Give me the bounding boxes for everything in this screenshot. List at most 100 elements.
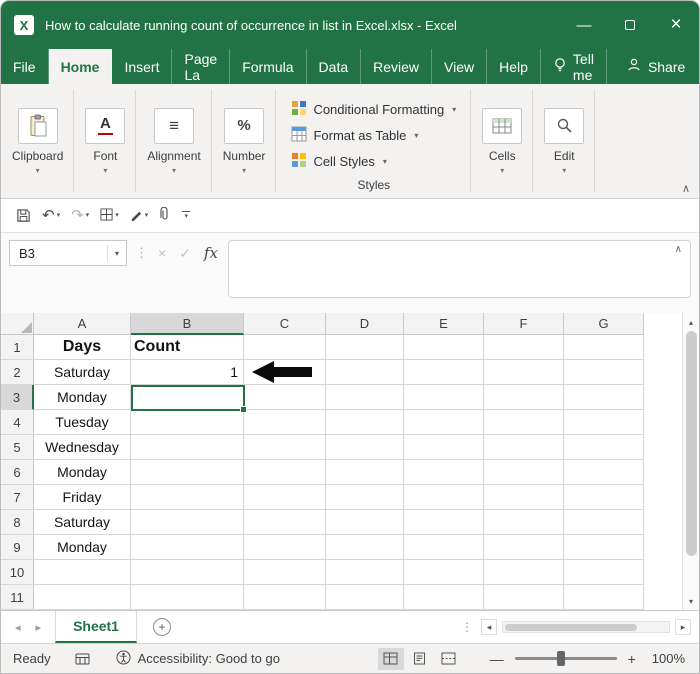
cell[interactable] <box>484 435 564 460</box>
cell[interactable] <box>131 410 244 435</box>
tab-data[interactable]: Data <box>307 49 362 84</box>
cell[interactable] <box>244 585 326 610</box>
cell[interactable]: Monday <box>34 460 131 485</box>
cell[interactable]: Tuesday <box>34 410 131 435</box>
row-header[interactable]: 6 <box>1 460 34 485</box>
cell[interactable] <box>244 560 326 585</box>
column-header-D[interactable]: D <box>326 313 404 335</box>
cell[interactable] <box>484 335 564 360</box>
cell[interactable] <box>34 585 131 610</box>
row-header[interactable]: 11 <box>1 585 34 610</box>
cell[interactable] <box>326 510 404 535</box>
page-break-view-button[interactable] <box>436 648 462 670</box>
column-header-B[interactable]: B <box>131 313 244 335</box>
vertical-scrollbar[interactable]: ▴ ▾ <box>682 313 699 610</box>
customize-qat-button[interactable]: ▾ <box>179 209 193 223</box>
collapse-ribbon-icon[interactable]: ∧ <box>682 182 690 195</box>
cell[interactable] <box>404 385 484 410</box>
cell[interactable]: Monday <box>34 535 131 560</box>
cell[interactable] <box>564 460 644 485</box>
tab-view[interactable]: View <box>432 49 487 84</box>
column-header-C[interactable]: C <box>244 313 326 335</box>
format-as-table-button[interactable]: Format as Table ▾ <box>287 123 422 149</box>
cell[interactable] <box>404 435 484 460</box>
normal-view-button[interactable] <box>378 648 404 670</box>
cell[interactable]: Saturday <box>34 510 131 535</box>
cell[interactable] <box>484 385 564 410</box>
column-header-G[interactable]: G <box>564 313 644 335</box>
cell[interactable] <box>244 485 326 510</box>
cell[interactable] <box>484 535 564 560</box>
cell[interactable] <box>404 535 484 560</box>
cell[interactable]: Days <box>34 335 131 360</box>
vertical-scroll-thumb[interactable] <box>686 331 697 556</box>
cell[interactable]: Count <box>131 335 244 360</box>
tab-home[interactable]: Home <box>49 49 113 84</box>
formula-input[interactable]: ∧ <box>228 240 691 298</box>
ribbon-group-alignment[interactable]: ≡ Alignment ▾ <box>136 84 211 198</box>
cell[interactable]: 1 <box>131 360 244 385</box>
row-header[interactable]: 10 <box>1 560 34 585</box>
cell[interactable] <box>404 335 484 360</box>
scroll-right-icon[interactable]: ▸ <box>675 619 691 635</box>
cell[interactable] <box>564 435 644 460</box>
ribbon-group-font[interactable]: A Font ▾ <box>74 84 136 198</box>
close-button[interactable]: × <box>653 1 699 49</box>
tab-insert[interactable]: Insert <box>112 49 172 84</box>
add-sheet-button[interactable]: + <box>153 618 171 636</box>
share-button[interactable]: Share <box>607 49 700 84</box>
cell[interactable] <box>484 510 564 535</box>
cell[interactable] <box>404 460 484 485</box>
collapse-formula-bar-icon[interactable]: ∧ <box>675 244 682 255</box>
cell[interactable] <box>131 510 244 535</box>
cell[interactable] <box>484 585 564 610</box>
horizontal-scroll-thumb[interactable] <box>505 624 637 631</box>
cell[interactable] <box>131 460 244 485</box>
tab-page-layout[interactable]: Page La <box>172 49 230 84</box>
row-header[interactable]: 3 <box>1 385 34 410</box>
page-layout-view-button[interactable] <box>407 648 433 670</box>
cell[interactable] <box>484 410 564 435</box>
cell[interactable] <box>131 585 244 610</box>
cell[interactable] <box>484 560 564 585</box>
cell[interactable] <box>564 410 644 435</box>
cancel-icon[interactable]: × <box>158 245 166 261</box>
next-sheet-icon[interactable]: ▸ <box>36 621 42 634</box>
cell[interactable] <box>326 460 404 485</box>
zoom-slider[interactable] <box>515 657 617 660</box>
accessibility-status[interactable]: Accessibility: Good to go <box>116 650 280 668</box>
cell[interactable] <box>564 485 644 510</box>
row-header[interactable]: 1 <box>1 335 34 360</box>
enter-check-icon[interactable]: ✓ <box>179 245 191 262</box>
cell[interactable] <box>326 435 404 460</box>
cell[interactable] <box>326 560 404 585</box>
scroll-up-icon[interactable]: ▴ <box>683 313 699 331</box>
cell[interactable]: Saturday <box>34 360 131 385</box>
cell[interactable] <box>131 535 244 560</box>
cell[interactable] <box>244 385 326 410</box>
horizontal-scroll-track[interactable] <box>502 621 670 633</box>
row-header[interactable]: 5 <box>1 435 34 460</box>
tab-file[interactable]: File <box>1 49 49 84</box>
cell[interactable] <box>564 560 644 585</box>
row-header[interactable]: 8 <box>1 510 34 535</box>
cell[interactable] <box>244 510 326 535</box>
minimize-button[interactable]: — <box>561 1 607 49</box>
insert-function-button[interactable]: fx <box>204 244 218 262</box>
zoom-slider-thumb[interactable] <box>557 651 565 666</box>
row-header[interactable]: 4 <box>1 410 34 435</box>
prev-sheet-icon[interactable]: ◂ <box>15 621 21 634</box>
cell-styles-button[interactable]: Cell Styles ▾ <box>287 149 390 175</box>
zoom-level[interactable]: 100% <box>652 651 685 666</box>
cell[interactable] <box>326 360 404 385</box>
name-box[interactable]: B3 ▾ <box>9 240 127 266</box>
redo-button[interactable]: ↷▾ <box>68 206 92 225</box>
cell[interactable] <box>244 535 326 560</box>
cell[interactable]: Friday <box>34 485 131 510</box>
select-all-button[interactable] <box>1 313 34 335</box>
cell[interactable] <box>34 560 131 585</box>
cell[interactable] <box>484 485 564 510</box>
tab-formulas[interactable]: Formula <box>230 49 306 84</box>
cell[interactable] <box>131 485 244 510</box>
cell[interactable] <box>404 510 484 535</box>
